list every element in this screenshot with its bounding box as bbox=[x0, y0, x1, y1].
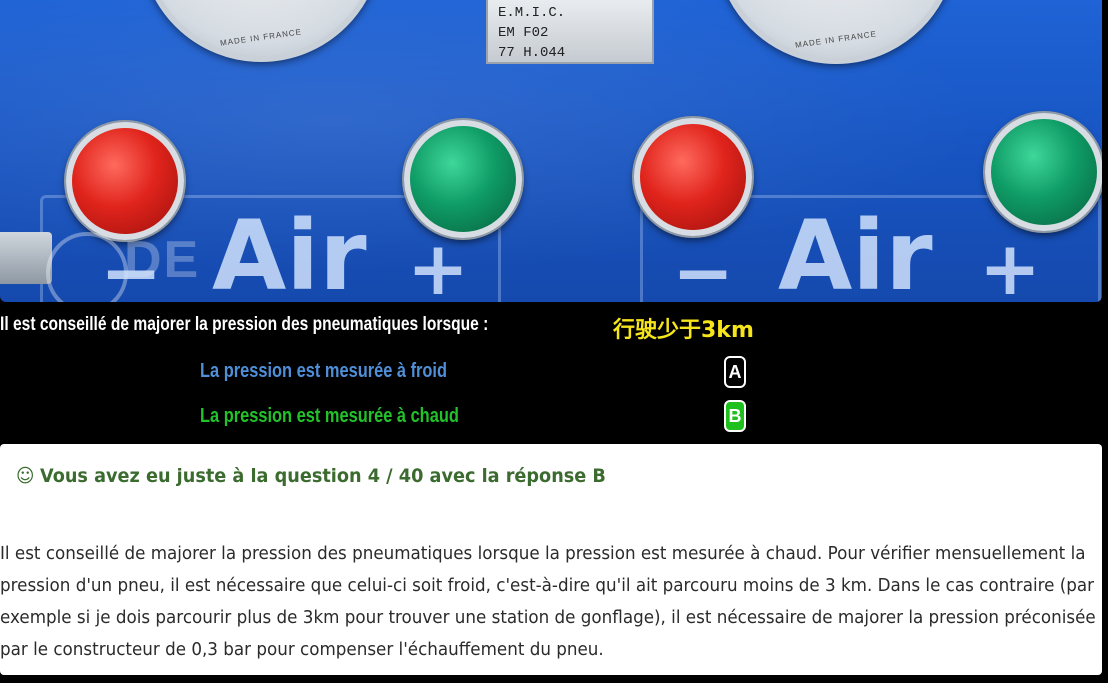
plus-label-left: + bbox=[407, 226, 470, 302]
answer-b-text[interactable]: La pression est mesurée à chaud bbox=[200, 405, 459, 428]
result-title-text: Vous avez eu juste à la question 4 / 40 … bbox=[40, 465, 606, 487]
red-button-left bbox=[66, 122, 184, 240]
plate-line-1: E.M.I.C. bbox=[498, 5, 566, 21]
plus-label-right: + bbox=[979, 226, 1042, 302]
question-text: Il est conseillé de majorer la pression … bbox=[0, 314, 489, 335]
minus-label-right: − bbox=[672, 230, 735, 302]
id-plate: E.M.I.C. EM F02 77 H.044 bbox=[486, 0, 654, 64]
question-hint: 行驶少于3km bbox=[613, 318, 754, 343]
answer-b-button[interactable]: B bbox=[724, 400, 746, 432]
answer-a-text[interactable]: La pression est mesurée à froid bbox=[200, 360, 447, 383]
air-label-right: Air bbox=[778, 200, 933, 302]
plate-line-3: 77 H.044 bbox=[498, 45, 566, 61]
gauge-right-text: MADE IN FRANCE bbox=[794, 29, 878, 50]
result-explanation: Il est conseillé de majorer la pression … bbox=[0, 543, 1096, 660]
result-panel: ☺ Vous avez eu juste à la question 4 / 40… bbox=[0, 444, 1102, 675]
panel-latch bbox=[0, 232, 52, 284]
pressure-gauge-left: MADE IN FRANCE bbox=[140, 0, 382, 62]
answer-a-button[interactable]: A bbox=[724, 356, 746, 388]
green-button-left bbox=[404, 120, 522, 238]
gauge-left-text: MADE IN FRANCE bbox=[219, 27, 303, 48]
question-photo: MADE IN FRANCE MADE IN FRANCE E.M.I.C. E… bbox=[0, 0, 1102, 302]
minus-label-left: − bbox=[100, 230, 163, 302]
result-title: ☺ Vous avez eu juste à la question 4 / 40… bbox=[16, 465, 606, 487]
smile-icon: ☺ bbox=[16, 465, 35, 487]
red-button-right bbox=[634, 118, 752, 236]
air-label-left: Air bbox=[212, 200, 367, 302]
pressure-gauge-right: MADE IN FRANCE bbox=[715, 0, 957, 64]
plate-line-2: EM F02 bbox=[498, 25, 549, 41]
green-button-right bbox=[985, 113, 1102, 231]
